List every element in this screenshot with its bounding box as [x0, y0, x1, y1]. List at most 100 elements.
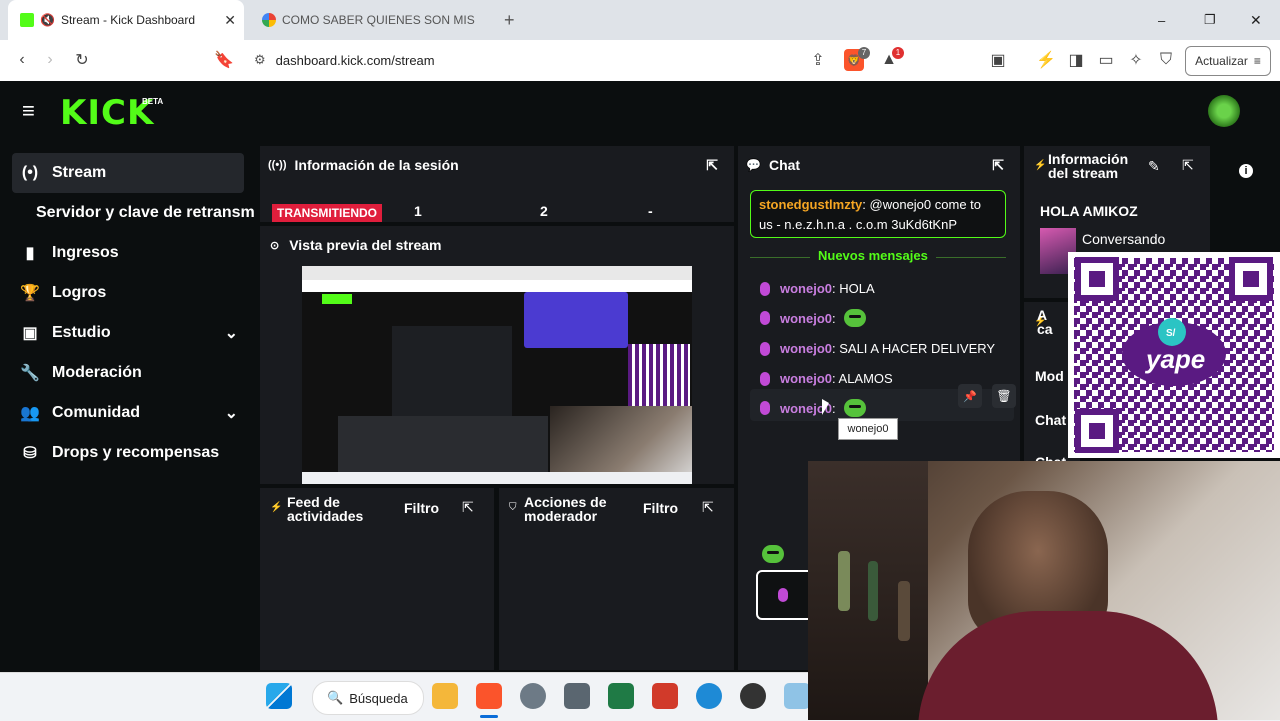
chat-message[interactable]: wonejo0: ALAMOS [760, 371, 893, 386]
app-icon[interactable] [564, 683, 590, 709]
settings-icon[interactable] [520, 683, 546, 709]
webcam-person-body [918, 611, 1218, 720]
preview-nested-video [392, 326, 512, 416]
sidebar-item-drops[interactable]: ⛁ Drops y recompensas [12, 433, 244, 473]
close-tab-icon[interactable]: ✕ [224, 12, 236, 29]
chat-message[interactable]: wonejo0: [760, 399, 866, 417]
sidebar-item-logros[interactable]: 🏆 Logros [12, 273, 244, 313]
wallet-icon[interactable]: ▭ [1096, 50, 1116, 70]
sidebar-item-ingresos[interactable]: ▮ Ingresos [12, 233, 244, 273]
yape-logo: yape [1144, 344, 1205, 374]
sidebar-item-moderacion[interactable]: 🔧 Moderación [12, 353, 244, 393]
close-window-button[interactable]: ✕ [1250, 0, 1264, 40]
preview-taskbar-thumbs [338, 416, 548, 476]
chat-username[interactable]: wonejo0 [780, 281, 832, 296]
new-messages-label: Nuevos mensajes [810, 248, 936, 263]
stream-category[interactable]: Conversando [1082, 231, 1165, 247]
excel-icon[interactable] [608, 683, 634, 709]
sidebar-item-estudio[interactable]: ▣ Estudio ⌄ [12, 313, 244, 353]
chat-message[interactable]: wonejo0: HOLA [760, 281, 875, 296]
chat-username[interactable]: wonejo0 [780, 371, 832, 386]
panel-title-line: A [1037, 307, 1048, 323]
sidebar-item-label: Estudio [52, 324, 111, 341]
rewards-count-badge: 1 [892, 47, 904, 59]
leo-ai-icon[interactable]: ✧ [1126, 50, 1146, 70]
pin-message-icon[interactable]: 📌 [958, 384, 982, 408]
mute-icon[interactable]: 🔇 [40, 13, 55, 27]
tab-google-search[interactable]: COMO SABER QUIENES SON MIS VIE [250, 0, 496, 40]
drops-icon: ⛁ [23, 445, 37, 462]
chat-username[interactable]: wonejo0 [780, 341, 832, 356]
chart-icon: ▮ [25, 245, 35, 262]
forward-icon[interactable]: › [40, 50, 60, 70]
kick-logo[interactable]: KICK [60, 93, 154, 133]
taskbar-search[interactable]: 🔍 Búsqueda [312, 681, 424, 715]
sidebar-item-comunidad[interactable]: 👥 Comunidad ⌄ [12, 393, 244, 433]
qr-graphic: S/ yape [1074, 257, 1274, 453]
shield-count-badge: 7 [858, 47, 870, 59]
info-button[interactable]: i [1216, 156, 1276, 186]
pdf-icon[interactable] [652, 683, 678, 709]
user-avatar[interactable] [1208, 95, 1240, 127]
hamburger-menu-icon[interactable]: ≡ [22, 100, 42, 122]
bolt-icon: ⚡ [1034, 160, 1047, 171]
filter-button[interactable]: Filtro [404, 500, 439, 516]
reload-icon[interactable]: ↻ [72, 50, 92, 70]
chat-message[interactable]: wonejo0: SALI A HACER DELIVERY [760, 341, 995, 356]
panel-title-line: Información [1048, 151, 1129, 167]
popout-icon[interactable]: ⇱ [992, 157, 1004, 174]
pinned-message[interactable]: stonedgustlmzty: @wonejo0 come to us - n… [750, 190, 1006, 238]
windows-start-icon[interactable] [266, 683, 292, 709]
popout-icon[interactable]: ⇱ [702, 499, 714, 516]
emote-icon [843, 399, 866, 417]
browser-tab-bar: 🔇 Stream - Kick Dashboard ✕ COMO SABER Q… [0, 0, 1280, 40]
chat-message[interactable]: wonejo0: [760, 309, 866, 327]
community-icon: 👥 [20, 405, 40, 422]
popout-icon[interactable]: ⇱ [1182, 157, 1194, 174]
obs-icon[interactable] [740, 683, 766, 709]
brave-browser-icon[interactable] [476, 683, 502, 709]
chat-text: : [832, 400, 836, 416]
tab-title: Stream - Kick Dashboard [60, 13, 196, 27]
app-icon[interactable] [784, 683, 810, 709]
chevron-down-icon[interactable]: ⌄ [225, 403, 238, 423]
broadcast-icon: (•) [21, 164, 39, 181]
mod-actions-panel: ⛉ Acciones de moderador Filtro ⇱ [499, 488, 734, 670]
popout-icon[interactable]: ⇱ [462, 499, 474, 516]
screenshot-icon[interactable]: ▣ [988, 50, 1008, 70]
filter-button[interactable]: Filtro [643, 500, 678, 516]
edge-icon[interactable] [696, 683, 722, 709]
popout-icon[interactable]: ⇱ [706, 157, 718, 174]
edit-icon[interactable]: ✎ [1148, 158, 1160, 175]
delete-message-icon[interactable]: 🗑 [992, 384, 1016, 408]
site-info-icon[interactable]: ⚙ [254, 52, 266, 68]
mouse-cursor-icon [822, 399, 829, 415]
chevron-down-icon[interactable]: ⌄ [225, 323, 238, 343]
maximize-button[interactable]: ❐ [1204, 0, 1218, 40]
update-button[interactable]: Actualizar ≡ [1185, 46, 1271, 76]
tab-kick-dashboard[interactable]: 🔇 Stream - Kick Dashboard ✕ [8, 0, 244, 40]
extensions-icon[interactable]: ⚡ [1036, 50, 1056, 70]
pinned-username[interactable]: stonedgustlmzty [759, 197, 862, 212]
stream-preview-video[interactable] [302, 266, 692, 484]
back-icon[interactable]: ‹ [12, 50, 32, 70]
minimize-button[interactable]: – [1158, 0, 1172, 40]
panel-title-line: Feed de [287, 494, 340, 510]
new-tab-button[interactable]: + [504, 0, 524, 40]
sidebar-toggle-icon[interactable]: ◨ [1066, 50, 1086, 70]
panel-title: Vista previa del stream [289, 237, 442, 253]
chat-username[interactable]: wonejo0 [780, 311, 832, 326]
vpn-icon[interactable]: ⛉ [1156, 50, 1176, 70]
yape-qr-code: S/ yape [1068, 252, 1280, 458]
mic-badge-icon [778, 588, 788, 602]
mic-badge-icon [760, 311, 770, 325]
session-stat-3: - [648, 203, 653, 219]
sidebar-item-stream[interactable]: (•) Stream [12, 153, 244, 193]
share-icon[interactable]: ⇪ [808, 50, 828, 70]
bookmark-icon[interactable]: 🔖 [214, 50, 234, 70]
sidebar-item-server-key[interactable]: Servidor y clave de retransm [36, 193, 266, 233]
studio-icon: ▣ [22, 325, 38, 342]
file-explorer-icon[interactable] [432, 683, 458, 709]
emote-icon[interactable] [762, 545, 784, 563]
preview-kick-logo [322, 294, 352, 304]
